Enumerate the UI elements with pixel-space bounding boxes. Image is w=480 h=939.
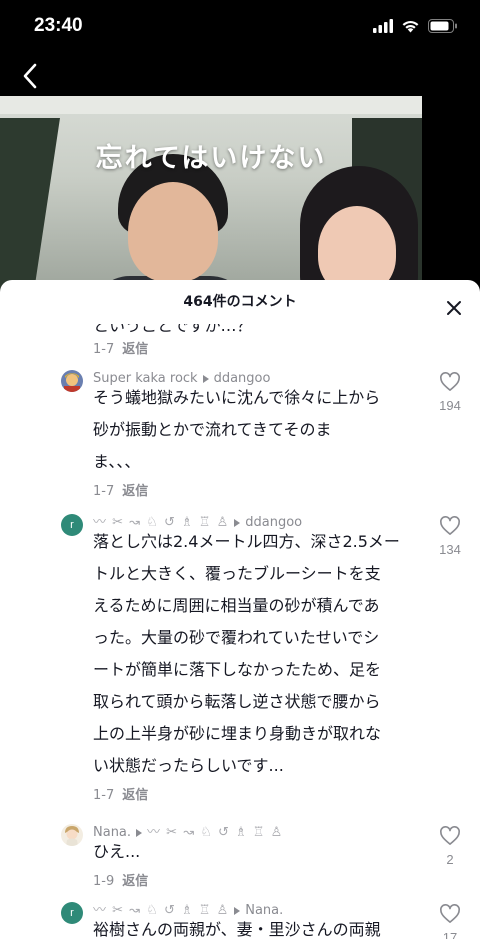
video-banner <box>0 96 422 114</box>
comment-text-line: 落とし穴は2.4メートル四方、深さ2.5メー <box>93 532 400 551</box>
like-count: 2 <box>446 852 454 867</box>
avatar[interactable]: r <box>61 514 83 536</box>
comment-text-line: い状態だったらしいです... <box>93 756 284 775</box>
comment-text-line: トルと大きく、覆ったブルーシートを支 <box>93 564 381 583</box>
comment-meta: 1-7 返信 <box>93 483 148 501</box>
comment-sheet: 464件のコメント ということですか…？ 1-7 返信 Super kaka r… <box>0 280 480 939</box>
like-button[interactable]: 2 <box>437 826 463 867</box>
comment-text-line: った。大量の砂で覆われていたせいでシ <box>93 628 380 647</box>
comment-text: 落とし穴は2.4メートル四方、深さ2.5メー トルと大きく、覆ったブルーシートを… <box>93 526 423 782</box>
like-count: 17 <box>442 930 458 939</box>
video-preview[interactable]: 忘れてはいけない <box>0 96 422 296</box>
like-button[interactable]: 17 <box>437 904 463 939</box>
comment-text-line: ということですか…？ <box>93 324 253 335</box>
close-icon <box>447 301 461 315</box>
like-count: 194 <box>439 398 461 413</box>
reply-button[interactable]: 返信 <box>122 788 148 803</box>
comment-time: 1-7 <box>93 788 115 803</box>
comment-text-line: ートが簡単に落下しなかったため、足を <box>93 660 382 679</box>
comment-text-line: 取られて頭から転落し逆さ状態で腰から <box>93 692 381 711</box>
comment-text-line: ま、、、 <box>93 452 141 471</box>
avatar-image <box>61 824 83 846</box>
heart-icon <box>440 372 460 391</box>
signal-icon <box>373 19 393 33</box>
comment-time: 1-7 <box>93 484 115 499</box>
avatar-image <box>61 370 83 392</box>
comment-text-line: そう蟻地獄みたいに沈んで徐々に上から <box>93 388 381 407</box>
comment-text-line: 上の上半身が砂に埋まり身動きが取れな <box>93 724 382 743</box>
comment-text-line: 裕樹さんの両親が、妻・里沙さんの両親 <box>93 920 381 939</box>
avatar[interactable]: r <box>61 902 83 924</box>
comment-meta: 1-7 返信 <box>93 341 148 359</box>
comment-meta: 1-9 返信 <box>93 873 148 891</box>
comment-count-title: 464件のコメント <box>183 294 297 310</box>
chevron-left-icon <box>23 63 37 89</box>
heart-icon <box>440 904 460 923</box>
comment-text-line: ひえ... <box>93 842 141 861</box>
reply-button[interactable]: 返信 <box>122 342 148 357</box>
reply-button[interactable]: 返信 <box>122 484 148 499</box>
like-button[interactable]: 194 <box>437 372 463 413</box>
avatar[interactable] <box>61 370 83 392</box>
comment-text: そう蟻地獄みたいに沈んで徐々に上から 砂が振動とかで流れてきてそのま ま、、、 <box>93 382 423 478</box>
comment-time: 1-7 <box>93 342 115 357</box>
status-bar: 23:40 <box>0 0 480 56</box>
comment-text: 裕樹さんの両親が、妻・里沙さんの両親 <box>93 914 423 939</box>
comment-text: ひえ... <box>93 836 423 868</box>
comment-list[interactable]: ということですか…？ 1-7 返信 Super kaka rock ddangoo <box>0 324 480 939</box>
video-caption: 忘れてはいけない <box>95 143 327 174</box>
back-button[interactable] <box>14 60 46 92</box>
status-icons <box>373 19 458 33</box>
comment-meta: 1-7 返信 <box>93 787 148 805</box>
comment-text-line: 砂が振動とかで流れてきてそのま <box>93 420 332 439</box>
like-count: 134 <box>439 542 461 557</box>
reply-button[interactable]: 返信 <box>122 874 148 889</box>
comment-text: ということですか…？ <box>93 324 423 342</box>
status-time: 23:40 <box>34 15 83 36</box>
heart-icon <box>440 826 460 845</box>
like-button[interactable]: 134 <box>437 516 463 557</box>
avatar[interactable] <box>61 824 83 846</box>
heart-icon <box>440 516 460 535</box>
comment-text-line: えるために周囲に相当量の砂が積んであ <box>93 596 380 615</box>
sheet-header: 464件のコメント <box>0 280 480 324</box>
person-left-face <box>128 182 218 282</box>
close-button[interactable] <box>444 292 464 315</box>
battery-icon <box>428 19 457 33</box>
wifi-icon <box>402 21 419 33</box>
comment-time: 1-9 <box>93 874 115 889</box>
